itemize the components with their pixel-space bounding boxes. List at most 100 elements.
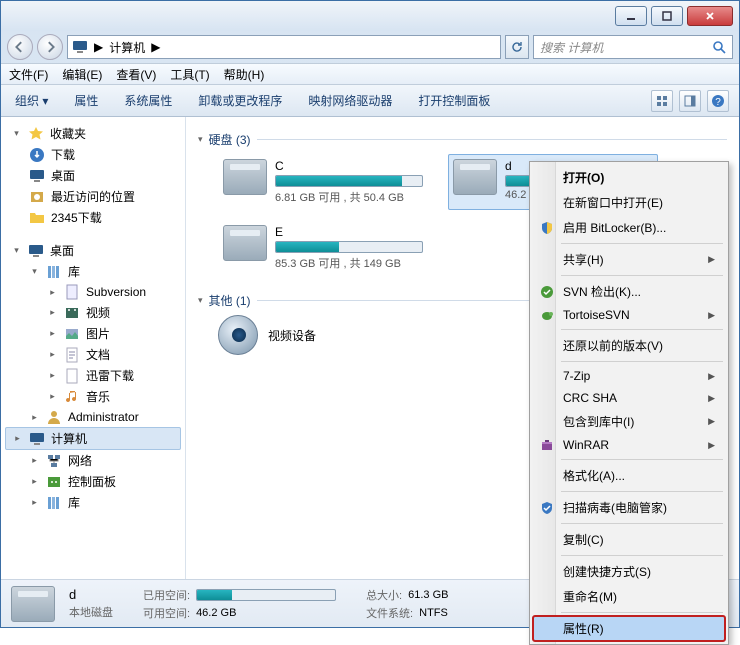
label: 迅雷下载 bbox=[86, 367, 134, 384]
tree-subversion[interactable]: ▸Subversion bbox=[1, 282, 185, 302]
ctx-sep bbox=[561, 491, 723, 492]
ctx-properties[interactable]: 属性(R) bbox=[533, 616, 725, 641]
label: TortoiseSVN bbox=[563, 308, 630, 322]
label: 打开(O) bbox=[563, 169, 604, 186]
fs-label: 文件系统: bbox=[366, 605, 413, 621]
tree-desktop-root[interactable]: ▾桌面 bbox=[1, 240, 185, 261]
tree-admin[interactable]: ▸Administrator bbox=[1, 407, 185, 427]
address-bar[interactable]: ▶ 计算机 ▶ bbox=[67, 35, 501, 59]
label: 收藏夹 bbox=[50, 125, 86, 142]
ctx-rename[interactable]: 重命名(M) bbox=[533, 584, 725, 609]
tree-music[interactable]: ▸音乐 bbox=[1, 386, 185, 407]
address-sep: ▶ bbox=[94, 40, 103, 54]
tree-lib-again[interactable]: ▸库 bbox=[1, 492, 185, 513]
uninstall-button[interactable]: 卸载或更改程序 bbox=[194, 90, 286, 111]
properties-button[interactable]: 属性 bbox=[70, 90, 102, 111]
maximize-button[interactable] bbox=[651, 6, 683, 26]
toolbar: 组织 ▾ 属性 系统属性 卸载或更改程序 映射网络驱动器 打开控制面板 ? bbox=[1, 85, 739, 117]
menu-help[interactable]: 帮助(H) bbox=[224, 66, 265, 83]
back-button[interactable] bbox=[7, 34, 33, 60]
group-label: 硬盘 (3) bbox=[209, 131, 251, 148]
tree-xunlei[interactable]: ▸迅雷下载 bbox=[1, 365, 185, 386]
menu-edit[interactable]: 编辑(E) bbox=[62, 66, 102, 83]
status-name: d bbox=[69, 587, 113, 602]
ctx-open[interactable]: 打开(O) bbox=[533, 165, 725, 190]
mapdrive-button[interactable]: 映射网络驱动器 bbox=[304, 90, 396, 111]
minimize-button[interactable] bbox=[615, 6, 647, 26]
recent-icon bbox=[29, 189, 45, 205]
svn-icon bbox=[539, 284, 555, 300]
device-label: 视频设备 bbox=[268, 327, 316, 344]
sysprops-button[interactable]: 系统属性 bbox=[120, 90, 176, 111]
menu-tools[interactable]: 工具(T) bbox=[170, 66, 209, 83]
help-button[interactable]: ? bbox=[707, 90, 729, 112]
label: Administrator bbox=[68, 410, 139, 424]
label: SVN 检出(K)... bbox=[563, 283, 641, 300]
label: 音乐 bbox=[86, 388, 110, 405]
tree-docs[interactable]: ▸文档 bbox=[1, 344, 185, 365]
label: 2345下载 bbox=[51, 209, 102, 226]
group-disks[interactable]: ▾硬盘 (3) bbox=[198, 131, 727, 148]
tree-pictures[interactable]: ▸图片 bbox=[1, 323, 185, 344]
preview-pane-button[interactable] bbox=[679, 90, 701, 112]
ctx-crcsha[interactable]: CRC SHA▶ bbox=[533, 387, 725, 409]
group-label: 其他 (1) bbox=[209, 292, 251, 309]
label: 库 bbox=[68, 263, 80, 280]
tree-recent[interactable]: 最近访问的位置 bbox=[1, 186, 185, 207]
tree-2345[interactable]: 2345下载 bbox=[1, 207, 185, 228]
ctx-restore[interactable]: 还原以前的版本(V) bbox=[533, 333, 725, 358]
ctx-svn-checkout[interactable]: SVN 检出(K)... bbox=[533, 279, 725, 304]
doc-icon bbox=[64, 347, 80, 363]
tree-videos[interactable]: ▸视频 bbox=[1, 302, 185, 323]
search-box[interactable]: 搜索 计算机 bbox=[533, 35, 733, 59]
drive-e[interactable]: E 85.3 GB 可用 , 共 149 GB bbox=[218, 220, 428, 276]
tree-libraries[interactable]: ▾库 bbox=[1, 261, 185, 282]
organize-button[interactable]: 组织 ▾ bbox=[11, 90, 52, 111]
titlebar bbox=[1, 1, 739, 31]
label: CRC SHA bbox=[563, 391, 617, 405]
tree-control[interactable]: ▸控制面板 bbox=[1, 471, 185, 492]
tree-favorites[interactable]: ▾收藏夹 bbox=[1, 123, 185, 144]
forward-button[interactable] bbox=[37, 34, 63, 60]
drive-letter: E bbox=[275, 225, 423, 239]
ctx-bitlocker[interactable]: 启用 BitLocker(B)... bbox=[533, 215, 725, 240]
video-icon bbox=[64, 305, 80, 321]
search-icon bbox=[712, 40, 726, 54]
tree-downloads[interactable]: 下载 bbox=[1, 144, 185, 165]
drive-free: 85.3 GB 可用 , 共 149 GB bbox=[275, 255, 423, 271]
ctx-newwindow[interactable]: 在新窗口中打开(E) bbox=[533, 190, 725, 215]
shield-icon bbox=[539, 220, 555, 236]
ctx-include-library[interactable]: 包含到库中(I)▶ bbox=[533, 409, 725, 434]
ctx-share[interactable]: 共享(H)▶ bbox=[533, 247, 725, 272]
tree-desktop[interactable]: 桌面 bbox=[1, 165, 185, 186]
tree-network[interactable]: ▸网络 bbox=[1, 450, 185, 471]
label: 桌面 bbox=[50, 242, 74, 259]
refresh-button[interactable] bbox=[505, 35, 529, 59]
ctx-format[interactable]: 格式化(A)... bbox=[533, 463, 725, 488]
label: 计算机 bbox=[51, 430, 87, 447]
ctx-sep bbox=[561, 459, 723, 460]
ctx-tortoisesvn[interactable]: TortoiseSVN▶ bbox=[533, 304, 725, 326]
drive-icon bbox=[223, 159, 267, 195]
computer-icon bbox=[72, 39, 88, 55]
ctx-sep bbox=[561, 612, 723, 613]
ctrlpanel-button[interactable]: 打开控制面板 bbox=[414, 90, 494, 111]
tree-computer[interactable]: ▸计算机 bbox=[5, 427, 181, 450]
label: 复制(C) bbox=[563, 531, 604, 548]
label: 桌面 bbox=[51, 167, 75, 184]
close-button[interactable] bbox=[687, 6, 733, 26]
star-icon bbox=[28, 126, 44, 142]
menu-view[interactable]: 查看(V) bbox=[116, 66, 156, 83]
label: 重命名(M) bbox=[563, 588, 617, 605]
menu-file[interactable]: 文件(F) bbox=[9, 66, 48, 83]
winrar-icon bbox=[539, 437, 555, 453]
scan-icon bbox=[539, 500, 555, 516]
ctx-shortcut[interactable]: 创建快捷方式(S) bbox=[533, 559, 725, 584]
ctx-copy[interactable]: 复制(C) bbox=[533, 527, 725, 552]
ctx-scan[interactable]: 扫描病毒(电脑管家) bbox=[533, 495, 725, 520]
drive-c[interactable]: C 6.81 GB 可用 , 共 50.4 GB bbox=[218, 154, 428, 210]
ctx-7zip[interactable]: 7-Zip▶ bbox=[533, 365, 725, 387]
label: 图片 bbox=[86, 325, 110, 342]
view-mode-button[interactable] bbox=[651, 90, 673, 112]
ctx-winrar[interactable]: WinRAR▶ bbox=[533, 434, 725, 456]
